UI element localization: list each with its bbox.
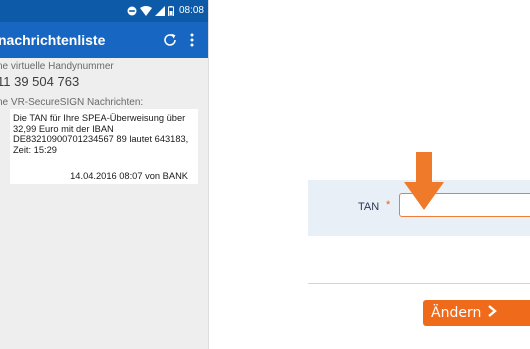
status-bar: 08:08 — [0, 0, 208, 22]
app-bar: nachrichtenliste — [0, 22, 208, 58]
arrow-down-icon — [404, 152, 444, 215]
wifi-icon — [139, 6, 152, 16]
messages-label: ne VR-SecureSIGN Nachrichten: — [0, 97, 144, 108]
status-time: 08:08 — [178, 5, 204, 16]
virtual-phone-number: 11 39 504 763 — [0, 74, 80, 89]
overflow-menu-icon[interactable] — [190, 33, 194, 52]
status-icons: 08:08 — [127, 5, 204, 17]
message-item[interactable]: Die TAN für Ihre SPEA-Überweisung über 3… — [10, 109, 198, 184]
required-marker: * — [386, 199, 391, 211]
tan-label: TAN — [358, 201, 380, 213]
change-button[interactable]: Ändern — [423, 300, 530, 326]
change-button-label: Ändern — [431, 305, 482, 321]
signal-icon — [154, 6, 165, 16]
virtual-number-label: ne virtuelle Handynummer — [0, 61, 114, 72]
divider — [308, 283, 530, 284]
chevron-right-icon — [487, 305, 498, 321]
refresh-icon[interactable] — [162, 32, 178, 53]
message-list: ne virtuelle Handynummer 11 39 504 763 n… — [0, 58, 208, 349]
app-bar-title: nachrichtenliste — [0, 32, 106, 48]
battery-icon — [167, 6, 174, 16]
minus-circle-icon — [127, 6, 137, 16]
phone-screen: 08:08 nachrichtenliste ne virtuelle Hand… — [0, 0, 209, 349]
message-meta: 14.04.2016 08:07 von BANK — [70, 171, 188, 181]
message-text: Die TAN für Ihre SPEA-Überweisung über 3… — [13, 113, 189, 155]
